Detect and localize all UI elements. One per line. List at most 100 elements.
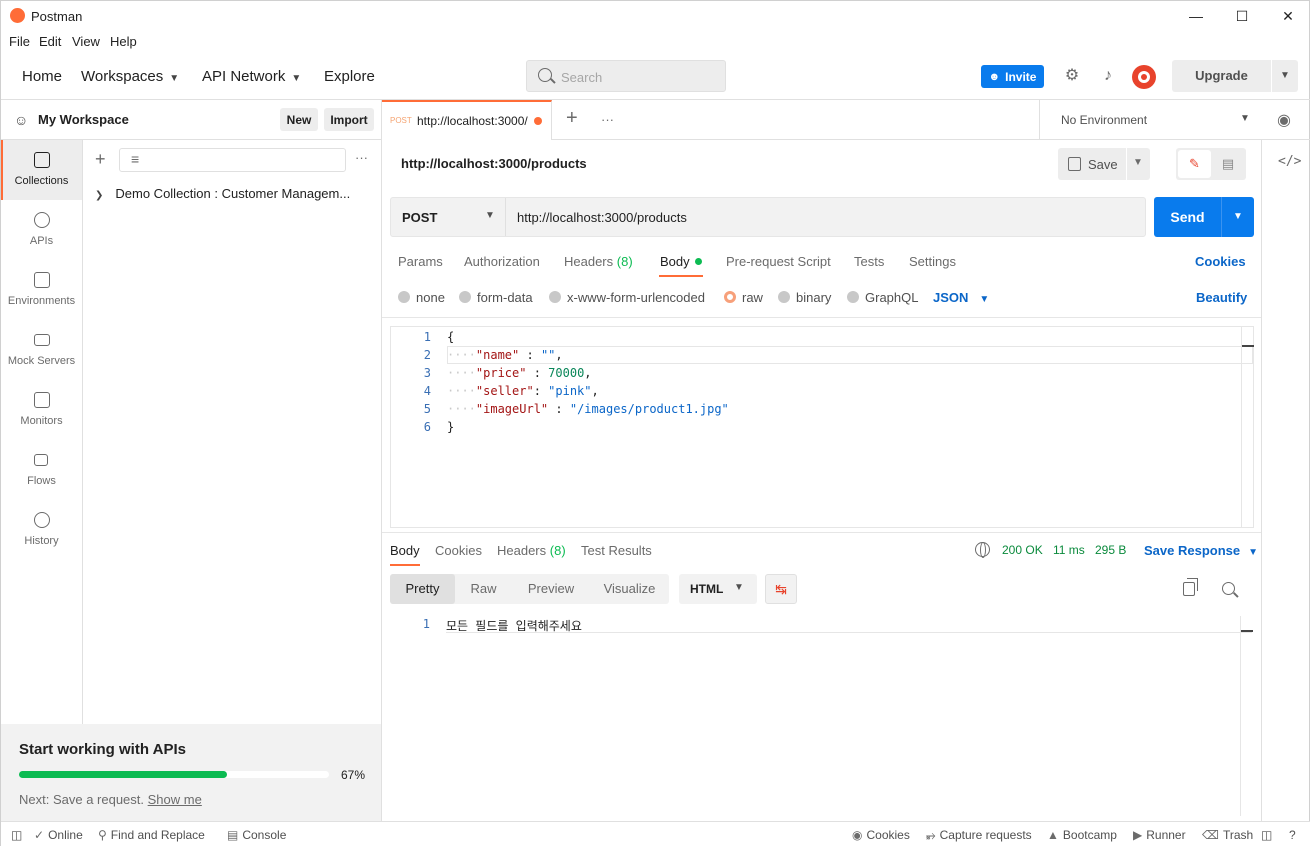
nav-api-network[interactable]: API Network ▼: [202, 68, 301, 85]
view-visualize[interactable]: Visualize: [590, 574, 669, 604]
send-button[interactable]: Send ▼: [1154, 197, 1254, 237]
response-scrollbar[interactable]: [1240, 616, 1253, 816]
wrap-lines-icon[interactable]: ↹: [765, 574, 797, 604]
tab-headers[interactable]: Headers (8): [564, 254, 633, 269]
tab-options-icon[interactable]: ···: [601, 112, 614, 127]
console-button[interactable]: ▤ Console: [227, 828, 286, 842]
save-button[interactable]: Save ▼: [1058, 148, 1150, 180]
menu-help[interactable]: Help: [110, 34, 137, 49]
chevron-down-icon[interactable]: ▼: [1133, 157, 1143, 168]
import-button[interactable]: Import: [324, 108, 374, 131]
settings-gear-icon[interactable]: ⚙: [1062, 66, 1082, 86]
filter-input[interactable]: [119, 148, 346, 172]
new-tab-icon[interactable]: +: [566, 107, 578, 130]
add-collection-icon[interactable]: +: [95, 149, 106, 170]
radio-x-www-form-urlencoded[interactable]: x-www-form-urlencoded: [549, 290, 705, 305]
sidebar-item-collections[interactable]: Collections: [1, 140, 82, 200]
edit-pencil-icon[interactable]: ✎: [1178, 150, 1211, 178]
response-size[interactable]: 295 B: [1095, 543, 1126, 557]
request-body-editor[interactable]: 1 2 3 4 5 6 { ····"name" : "", ····"pric…: [390, 326, 1254, 528]
cookies-button[interactable]: ◉ Cookies: [852, 828, 910, 842]
globe-icon[interactable]: [975, 542, 990, 558]
two-pane-layout-icon[interactable]: ◫: [1261, 828, 1272, 842]
comments-icon[interactable]: ▤: [1212, 150, 1244, 178]
nav-workspaces[interactable]: Workspaces ▼: [81, 68, 179, 85]
invite-button[interactable]: ☻ Invite: [981, 65, 1044, 88]
bootcamp-button[interactable]: ▲ Bootcamp: [1047, 828, 1117, 842]
tab-authorization[interactable]: Authorization: [464, 254, 540, 269]
tab-pre-request-script[interactable]: Pre-request Script: [726, 254, 831, 269]
status-code[interactable]: 200 OK: [1002, 543, 1043, 557]
collection-item[interactable]: ❯ Demo Collection : Customer Managem...: [95, 186, 350, 201]
sidebar-item-environments[interactable]: Environments: [1, 260, 82, 320]
search-icon[interactable]: [1222, 582, 1235, 595]
new-button[interactable]: New: [280, 108, 318, 131]
search-input[interactable]: Search: [526, 60, 726, 92]
minimize-button[interactable]: —: [1173, 3, 1219, 29]
cookies-label: Cookies: [866, 828, 910, 842]
response-divider[interactable]: [382, 532, 1261, 533]
code-snippet-icon[interactable]: </>: [1278, 154, 1301, 169]
environment-quick-look-eye-icon[interactable]: ◉: [1277, 110, 1291, 130]
runner-button[interactable]: ▶ Runner: [1133, 828, 1186, 842]
menu-edit[interactable]: Edit: [39, 34, 61, 49]
radio-binary[interactable]: binary: [778, 290, 831, 305]
tab-tests[interactable]: Tests: [854, 254, 884, 269]
avatar[interactable]: [1132, 65, 1156, 89]
find-and-replace-button[interactable]: ⚲ Find and Replace: [98, 828, 205, 842]
close-button[interactable]: ✕: [1265, 3, 1310, 29]
upgrade-button[interactable]: Upgrade ▼: [1172, 60, 1298, 92]
cookies-link[interactable]: Cookies: [1195, 254, 1246, 269]
maximize-button[interactable]: ☐: [1219, 3, 1265, 29]
more-options-icon[interactable]: ···: [355, 150, 368, 165]
raw-format-select[interactable]: JSON ▼: [933, 290, 989, 305]
response-format-select[interactable]: HTML ▼: [679, 574, 757, 604]
response-tab-cookies[interactable]: Cookies: [435, 543, 482, 558]
chevron-down-icon[interactable]: ▼: [1222, 197, 1254, 237]
view-pretty[interactable]: Pretty: [390, 574, 455, 604]
radio-graphql[interactable]: GraphQL: [847, 290, 918, 305]
sidebar-item-label: Environments: [7, 295, 76, 307]
radio-none[interactable]: none: [398, 290, 445, 305]
sidebar-item-history[interactable]: History: [1, 500, 82, 560]
show-me-link[interactable]: Show me: [148, 792, 202, 807]
save-response-button[interactable]: Save Response ▼: [1144, 543, 1258, 558]
help-icon[interactable]: ?: [1289, 828, 1296, 842]
view-raw[interactable]: Raw: [455, 574, 512, 604]
response-time[interactable]: 11 ms: [1053, 543, 1085, 557]
response-tab-headers[interactable]: Headers (8): [497, 543, 566, 558]
url-input[interactable]: http://localhost:3000/products: [517, 210, 687, 225]
chevron-down-icon[interactable]: ▼: [1272, 60, 1298, 92]
capture-requests-button[interactable]: ⥵ Capture requests: [926, 828, 1032, 843]
response-tab-test-results[interactable]: Test Results: [581, 543, 652, 558]
request-title[interactable]: http://localhost:3000/products: [401, 156, 587, 171]
trash-button[interactable]: ⌫ Trash: [1202, 828, 1253, 842]
environment-select[interactable]: No Environment ▼: [1039, 100, 1260, 140]
response-body-viewer[interactable]: 1 모든 필드를 입력해주세요: [390, 616, 1254, 816]
tab-params[interactable]: Params: [398, 254, 443, 269]
online-status[interactable]: ✓ Online: [34, 828, 83, 842]
menu-view[interactable]: View: [72, 34, 100, 49]
sidebar-item-apis[interactable]: APIs: [1, 200, 82, 260]
editor-scrollbar[interactable]: [1241, 327, 1254, 527]
method-select[interactable]: POST ▼: [391, 198, 506, 236]
response-text: 모든 필드를 입력해주세요: [446, 619, 582, 633]
tab-settings[interactable]: Settings: [909, 254, 956, 269]
copy-icon[interactable]: [1183, 578, 1198, 596]
sidebar-item-mock-servers[interactable]: Mock Servers: [1, 320, 82, 380]
radio-raw[interactable]: raw: [724, 290, 763, 305]
view-preview[interactable]: Preview: [512, 574, 590, 604]
request-tab[interactable]: POST http://localhost:3000/: [382, 100, 552, 140]
menu-file[interactable]: File: [9, 34, 30, 49]
sidebar-item-monitors[interactable]: Monitors: [1, 380, 82, 440]
response-tab-body[interactable]: Body: [390, 543, 420, 558]
beautify-link[interactable]: Beautify: [1196, 290, 1247, 305]
radio-form-data[interactable]: form-data: [459, 290, 533, 305]
sidebar-item-flows[interactable]: Flows: [1, 440, 82, 500]
nav-home[interactable]: Home: [22, 68, 62, 85]
notifications-bell-icon[interactable]: ♪: [1098, 66, 1118, 86]
nav-explore[interactable]: Explore: [324, 68, 375, 85]
tab-body[interactable]: Body: [660, 254, 702, 269]
toggle-sidebar-icon[interactable]: ◫: [11, 828, 22, 842]
workspace-name[interactable]: My Workspace: [38, 112, 129, 127]
